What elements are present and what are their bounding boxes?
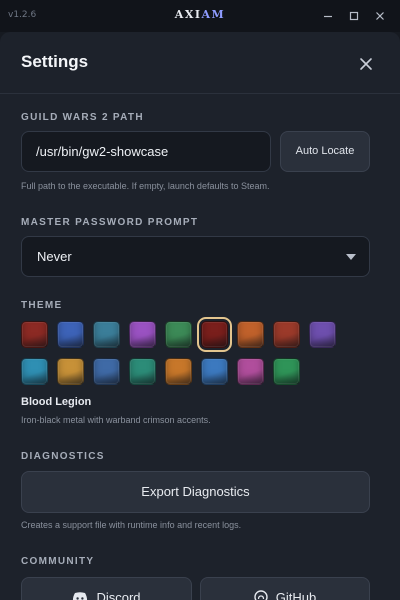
theme-swatch[interactable] [93,358,120,385]
app-logo: AXIAM [174,8,226,21]
theme-swatch[interactable] [129,321,156,348]
master-password-select[interactable]: Never [21,236,370,277]
theme-swatch[interactable] [21,321,48,348]
discord-button[interactable]: Discord [21,577,192,600]
gw2-path-input[interactable] [21,131,271,172]
theme-label: THEME [21,300,63,311]
title-bar: v1.2.6 AXIAM [0,0,400,32]
settings-close-button[interactable] [356,54,376,74]
theme-swatch[interactable] [309,321,336,348]
theme-swatch[interactable] [165,321,192,348]
settings-header: Settings [0,32,400,94]
theme-swatch[interactable] [273,321,300,348]
select-value: Never [37,249,72,264]
page-title: Settings [21,52,89,71]
theme-swatch[interactable] [93,321,120,348]
minimize-icon [324,15,332,18]
theme-swatch[interactable] [57,321,84,348]
theme-swatch[interactable] [21,358,48,385]
github-icon [254,590,268,600]
master-password-label: MASTER PASSWORD PROMPT [21,217,199,228]
close-icon [360,58,372,70]
github-button[interactable]: GitHub [200,577,370,600]
theme-swatch[interactable] [197,317,232,352]
gw2-path-hint: Full path to the executable. If empty, l… [21,181,270,191]
theme-swatch[interactable] [165,358,192,385]
theme-swatch[interactable] [237,358,264,385]
diagnostics-hint: Creates a support file with runtime info… [21,520,242,530]
diagnostics-label: DIAGNOSTICS [21,451,105,462]
window-close-button[interactable] [370,6,390,26]
theme-description: Iron-black metal with warband crimson ac… [21,415,211,425]
theme-swatch[interactable] [129,358,156,385]
theme-swatch[interactable] [273,358,300,385]
discord-label: Discord [96,590,141,600]
close-icon [376,12,384,20]
gw2-path-label: GUILD WARS 2 PATH [21,112,144,123]
discord-icon [73,592,88,600]
auto-locate-button[interactable]: Auto Locate [280,131,370,172]
maximize-button[interactable] [344,6,364,26]
maximize-icon [349,11,359,21]
theme-swatch[interactable] [57,358,84,385]
theme-name: Blood Legion [21,396,92,408]
community-label: COMMUNITY [21,556,95,567]
minimize-button[interactable] [318,6,338,26]
export-diagnostics-button[interactable]: Export Diagnostics [21,471,370,513]
chevron-down-icon [346,254,356,260]
github-label: GitHub [275,590,317,600]
theme-swatch[interactable] [237,321,264,348]
theme-swatch[interactable] [201,358,228,385]
